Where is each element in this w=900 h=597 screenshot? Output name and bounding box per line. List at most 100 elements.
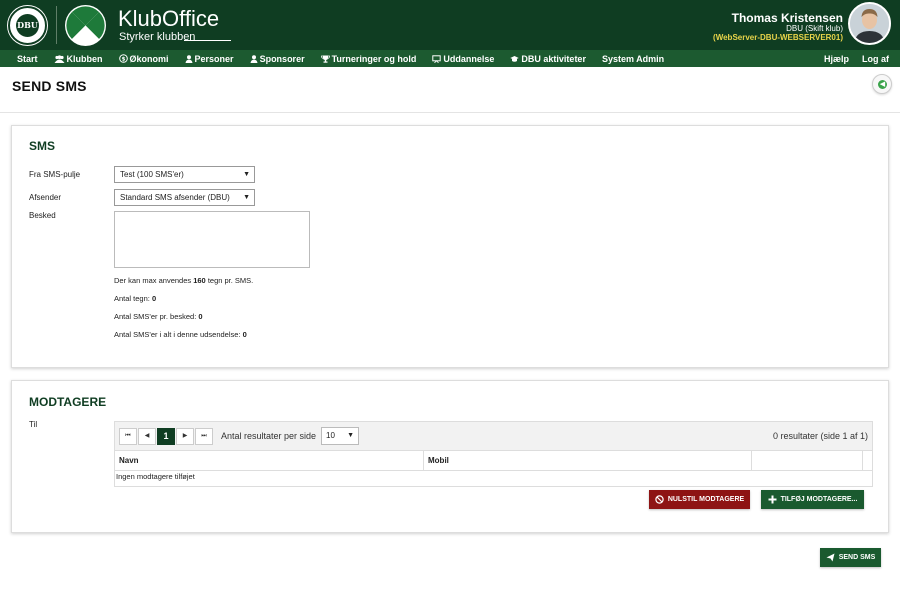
title-separator — [0, 112, 900, 113]
plus-icon — [768, 495, 777, 504]
sponsor-icon — [250, 54, 258, 63]
nav-logout-label: Log af — [862, 53, 889, 64]
to-label: Til — [29, 420, 38, 429]
nav-sponsorer-label: Sponsorer — [259, 53, 305, 64]
sender-select-value: Standard SMS afsender (DBU) — [120, 193, 230, 202]
klubofice-logo-icon[interactable] — [64, 4, 107, 47]
next-page-button[interactable]: ▶ — [176, 428, 194, 445]
grid-header: Navn Mobil — [115, 451, 872, 471]
first-page-icon: ⏮ — [125, 433, 131, 439]
chars-count-value: 0 — [151, 294, 157, 303]
coin-icon: $ — [118, 54, 128, 63]
per-page-label: Antal resultater per side — [221, 431, 317, 441]
nav-system-admin-label: System Admin — [601, 53, 665, 64]
nav-personer[interactable]: Personer — [185, 54, 234, 64]
chevron-down-icon: ▼ — [243, 171, 250, 178]
recipients-grid: ⏮ ◀ 1 ▶ ⏭ Antal resultater per side 10 ▼… — [114, 421, 873, 487]
max-chars-info: Der kan max anvendes 160 tegn pr. SMS. — [114, 276, 253, 285]
nav-dbu-aktiviteter-label: DBU aktiviteter — [521, 53, 586, 64]
nav-uddannelse-label: Uddannelse — [443, 53, 495, 64]
page-title: SEND SMS — [12, 78, 87, 94]
user-name[interactable]: Thomas Kristensen — [732, 11, 843, 25]
ban-icon — [655, 495, 664, 504]
nav-okonomi[interactable]: $ Økonomi — [118, 53, 169, 64]
nav-sponsorer[interactable]: Sponsorer — [250, 54, 305, 64]
pool-select[interactable]: Test (100 SMS'er) ▼ — [114, 166, 255, 183]
sender-label: Afsender — [29, 193, 62, 202]
add-recipients-button[interactable]: TILFØJ MODTAGERE... — [761, 490, 864, 509]
current-page-button[interactable]: 1 — [157, 428, 175, 445]
add-recipients-label: TILFØJ MODTAGERE... — [780, 496, 858, 503]
sms-per-message-value: 0 — [198, 312, 203, 321]
per-page-value: 10 — [326, 431, 335, 440]
recipients-section-title: MODTAGERE — [29, 395, 107, 409]
nav-start-label: Start — [17, 53, 38, 64]
nav-right: Hjælp Log af — [811, 50, 889, 67]
app-title: KlubOffice — [118, 6, 220, 31]
message-label: Besked — [29, 211, 56, 220]
board-icon — [432, 54, 442, 63]
nav-turneringer-label: Turneringer og hold — [331, 53, 417, 64]
svg-text:$: $ — [121, 57, 125, 63]
column-header-actions — [752, 451, 863, 471]
nav-uddannelse[interactable]: Uddannelse — [432, 54, 494, 64]
server-label: (WebServer-DBU-WEBSERVER01) — [713, 33, 843, 42]
results-count: 0 resultater (side 1 af 1) — [772, 431, 868, 441]
nav-klubben-label: Klubben — [66, 53, 103, 64]
nav-okonomi-label: Økonomi — [129, 53, 169, 64]
grid-toolbar: ⏮ ◀ 1 ▶ ⏭ Antal resultater per side 10 ▼… — [115, 422, 872, 451]
nav-start[interactable]: Start — [17, 54, 38, 64]
last-page-icon: ⏭ — [201, 433, 207, 439]
empty-message: Ingen modtagere tilføjet — [116, 472, 195, 481]
per-page-select[interactable]: 10 ▼ — [321, 427, 359, 445]
nav-dbu-aktiviteter[interactable]: DBU aktiviteter — [510, 54, 586, 64]
message-textarea[interactable] — [114, 211, 310, 268]
sms-total-info: Antal SMS'er i alt i denne udsendelse: 0 — [114, 330, 247, 339]
avatar[interactable] — [848, 2, 891, 45]
sms-total-value: 0 — [242, 330, 247, 339]
user-photo-icon — [850, 4, 889, 43]
chars-count-label: Antal tegn: — [114, 294, 152, 303]
subtitle-underline — [184, 40, 231, 41]
sender-select[interactable]: Standard SMS afsender (DBU) ▼ — [114, 189, 255, 206]
nav-help[interactable]: Hjælp — [824, 54, 849, 64]
people-icon — [54, 54, 65, 63]
column-header-name[interactable]: Navn — [115, 451, 424, 471]
app-subtitle: Styrker klubben — [119, 31, 196, 43]
max-chars-value: 160 — [193, 276, 206, 285]
nav-logout[interactable]: Log af — [862, 54, 889, 64]
next-page-icon: ▶ — [182, 433, 188, 439]
sms-per-message-label: Antal SMS'er pr. besked: — [114, 312, 199, 321]
pool-select-value: Test (100 SMS'er) — [120, 170, 184, 179]
send-sms-button[interactable]: SEND SMS — [820, 548, 881, 567]
reset-recipients-button[interactable]: NULSTIL MODTAGERE — [649, 490, 750, 509]
header-divider — [56, 6, 57, 44]
last-page-button[interactable]: ⏭ — [195, 428, 213, 445]
reset-recipients-label: NULSTIL MODTAGERE — [667, 496, 745, 503]
sms-section-title: SMS — [29, 139, 56, 153]
column-header-mobile[interactable]: Mobil — [424, 451, 752, 471]
top-header: DBU KlubOffice Styrker klubben Thomas Kr… — [0, 0, 900, 50]
user-club-switch[interactable]: DBU (Skift klub) — [786, 24, 843, 33]
sms-panel: SMS Fra SMS-pulje Test (100 SMS'er) ▼ Af… — [11, 125, 889, 368]
max-chars-prefix: Der kan max anvendes — [114, 276, 194, 285]
person-icon — [185, 54, 193, 63]
sms-per-message-info: Antal SMS'er pr. besked: 0 — [114, 312, 203, 321]
chars-count-info: Antal tegn: 0 — [114, 294, 156, 303]
paper-plane-icon — [826, 553, 835, 562]
dbu-logo[interactable]: DBU — [8, 6, 47, 45]
back-button[interactable]: ◀ — [872, 74, 892, 94]
prev-page-button[interactable]: ◀ — [138, 428, 156, 445]
chevron-down-icon: ▼ — [347, 432, 354, 439]
dbu-logo-text: DBU — [16, 14, 39, 37]
back-arrow-icon: ◀ — [878, 80, 887, 89]
nav-klubben[interactable]: Klubben — [54, 54, 103, 64]
send-sms-label: SEND SMS — [838, 554, 876, 561]
nav-help-label: Hjælp — [823, 53, 849, 64]
first-page-button[interactable]: ⏮ — [119, 428, 137, 445]
nav-turneringer[interactable]: Turneringer og hold — [320, 53, 417, 64]
max-chars-suffix: tegn pr. SMS. — [205, 276, 254, 285]
nav-system-admin[interactable]: System Admin — [602, 54, 664, 64]
sms-total-label: Antal SMS'er i alt i denne udsendelse: — [114, 330, 243, 339]
current-page-number: 1 — [163, 431, 169, 441]
